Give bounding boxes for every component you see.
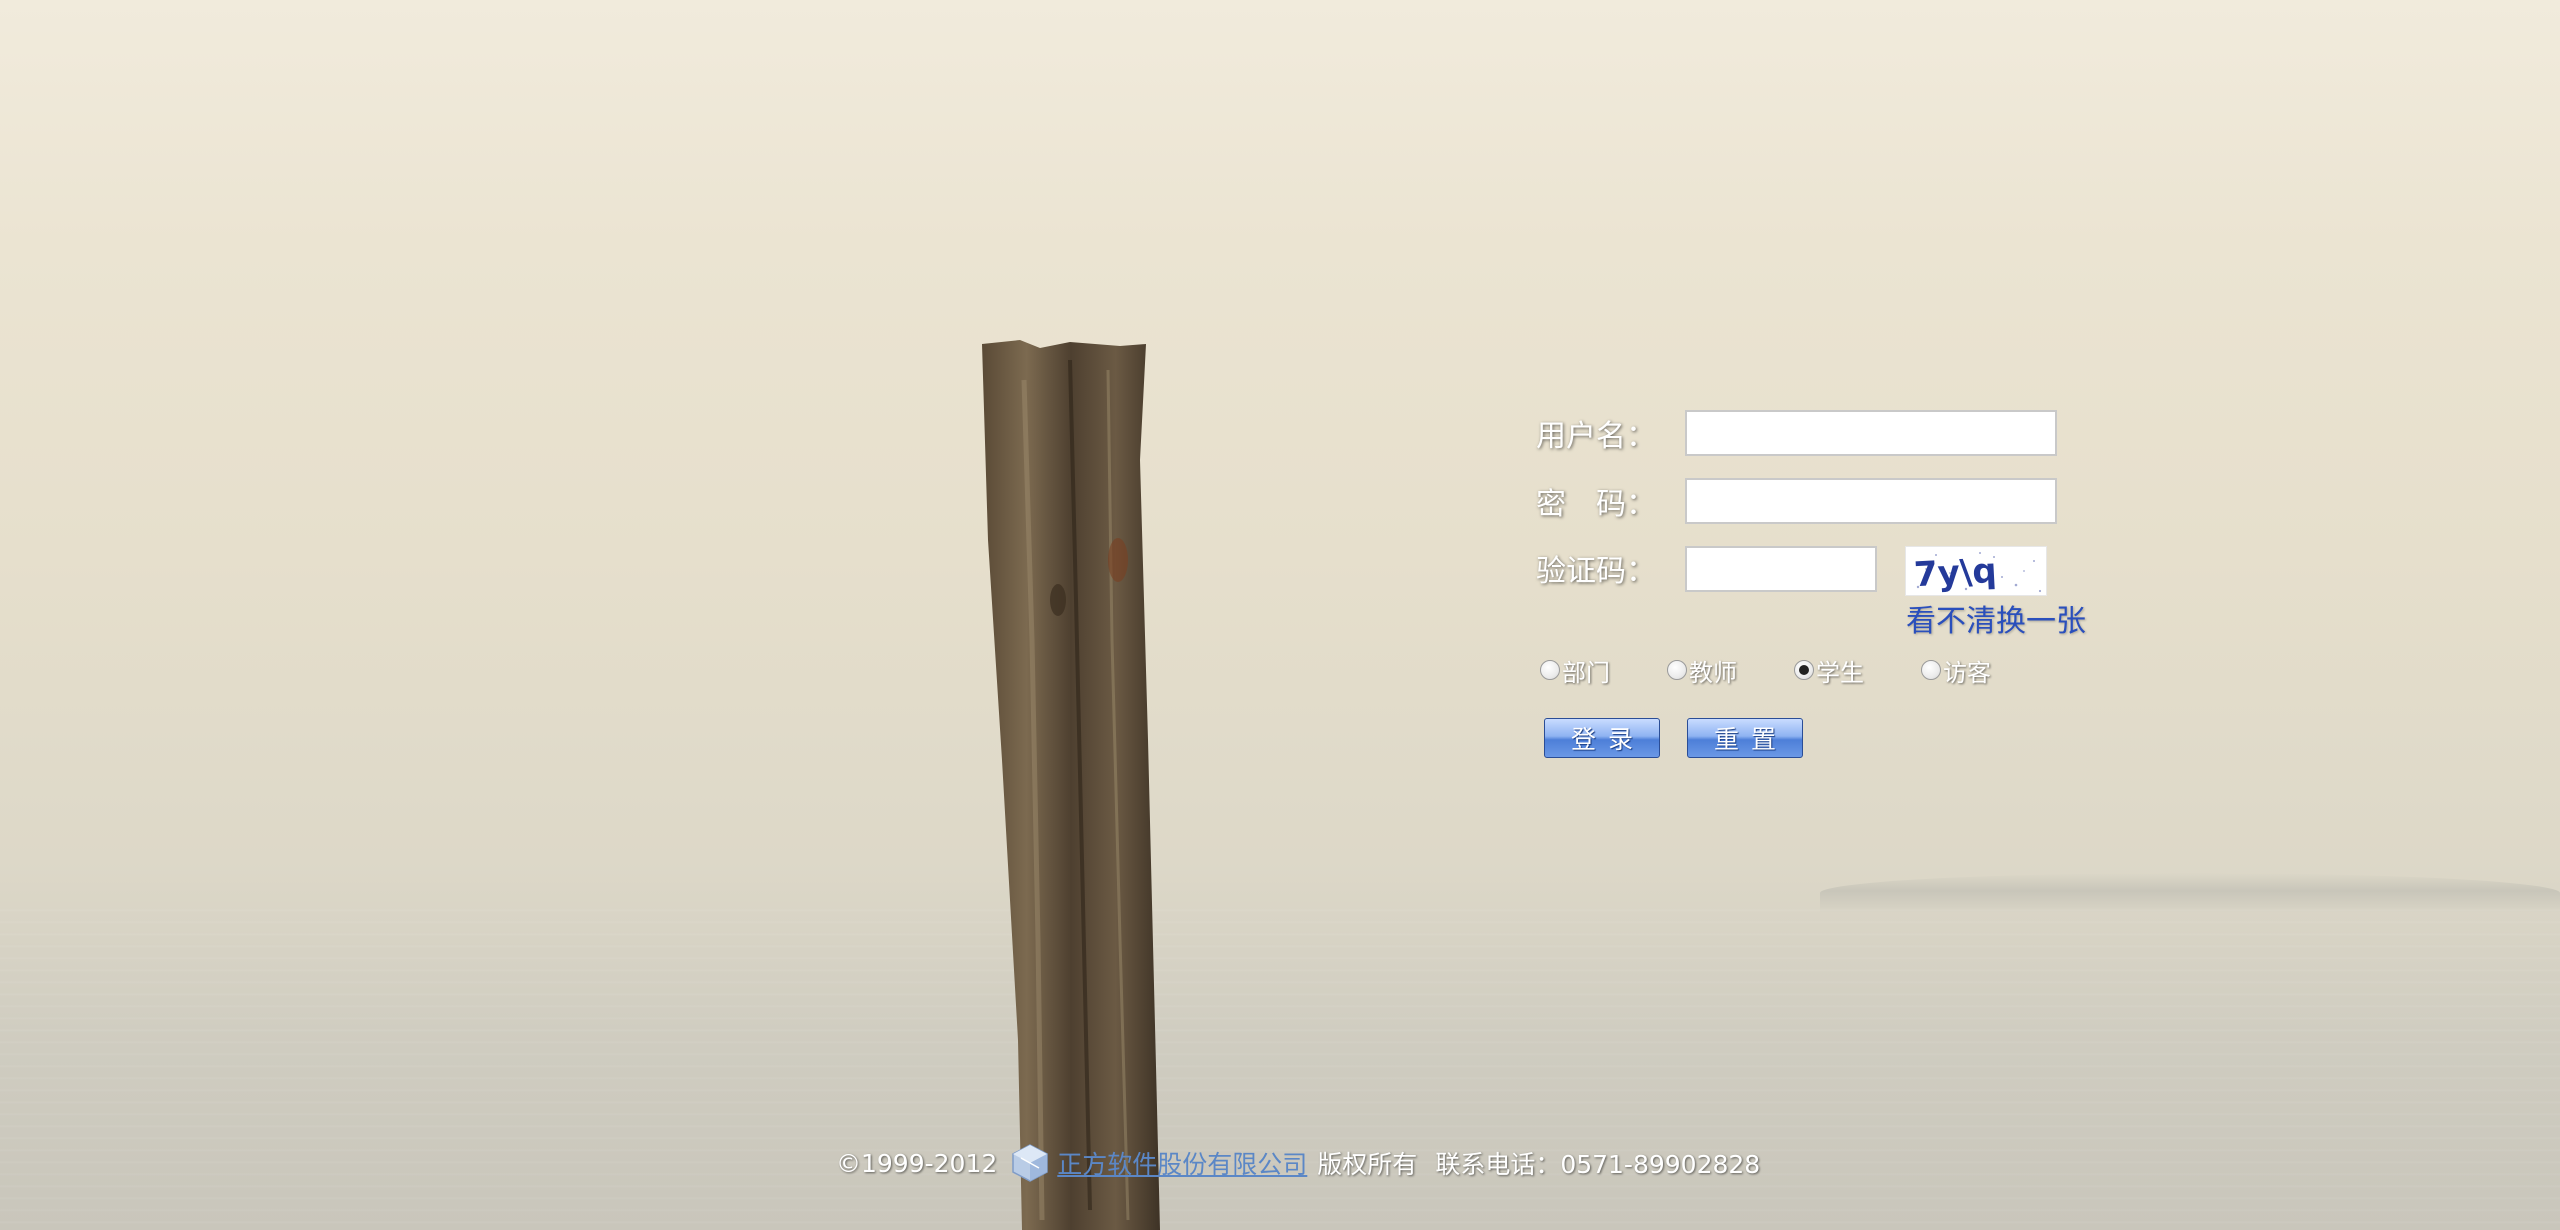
radio-selected-dot (1799, 665, 1809, 675)
captcha-label: 验证码： (1536, 554, 1656, 589)
copyright-text: ©1999-2012 (836, 1148, 998, 1178)
radio-button[interactable] (1921, 660, 1941, 680)
footer: ©1999-2012 正方软件股份有限公司 版权所有 联系电话：0571-899… (836, 1143, 1760, 1183)
role-option-teacher[interactable]: 教师 (1667, 650, 1737, 690)
captcha-input[interactable] (1685, 546, 1877, 592)
rights-text: 版权所有 (1317, 1150, 1418, 1179)
role-label: 学生 (1816, 658, 1864, 687)
radio-button-selected[interactable] (1794, 660, 1814, 680)
refresh-captcha-link[interactable]: 看不清换一张 (1906, 596, 2086, 640)
wooden-post-image (980, 340, 1170, 1230)
role-radio-group: 部门 教师 学生 访客 (1540, 650, 2060, 690)
role-label: 访客 (1943, 658, 1991, 687)
role-label: 教师 (1689, 658, 1737, 687)
role-option-visitor[interactable]: 访客 (1921, 650, 1991, 690)
phone-text: 联系电话：0571-89902828 (1435, 1150, 1761, 1179)
company-logo-icon (1009, 1142, 1051, 1184)
captcha-image[interactable]: 7y\q (1905, 546, 2047, 596)
login-button[interactable]: 登录 (1544, 718, 1660, 758)
password-input[interactable] (1685, 478, 2057, 524)
username-label: 用户名： (1536, 419, 1656, 454)
captcha-text: 7y\q (1913, 551, 1998, 595)
role-label: 部门 (1562, 658, 1610, 687)
login-form: 用户名： 密 码： 验证码： 7y\q 看不清换一张 部门 教师 学生 访客 登… (1530, 400, 2130, 780)
radio-button[interactable] (1667, 660, 1687, 680)
role-option-department[interactable]: 部门 (1540, 650, 1610, 690)
company-link[interactable]: 正方软件股份有限公司 (1057, 1145, 1307, 1181)
password-label: 密 码： (1536, 487, 1656, 522)
radio-button[interactable] (1540, 660, 1560, 680)
username-input[interactable] (1685, 410, 2057, 456)
reset-button[interactable]: 重置 (1687, 718, 1803, 758)
role-option-student[interactable]: 学生 (1794, 650, 1864, 690)
